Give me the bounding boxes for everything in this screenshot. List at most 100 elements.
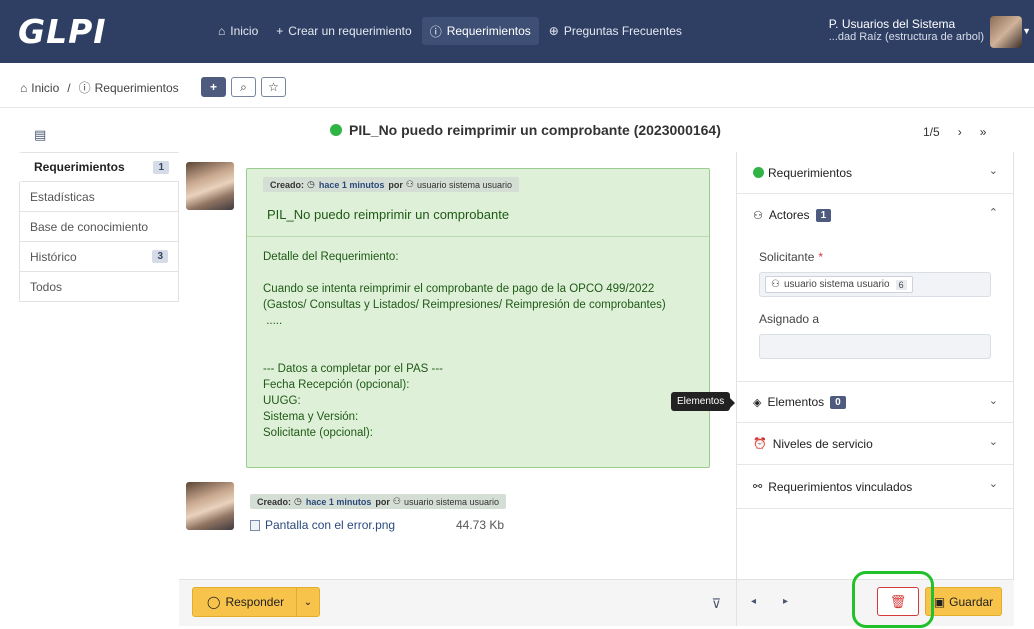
- assigned-label: Asignado a: [759, 312, 820, 326]
- tab-todos[interactable]: Todos: [19, 272, 179, 302]
- description-body: Detalle del Requerimiento: Cuando se int…: [263, 251, 666, 439]
- star-icon: ☆: [268, 80, 279, 94]
- user-icon: ⚇: [771, 279, 780, 290]
- search-button[interactable]: ⌕: [231, 77, 256, 97]
- avatar[interactable]: [990, 16, 1022, 48]
- file-link[interactable]: Pantalla con el error.png: [250, 518, 395, 532]
- save-button[interactable]: ▣ Guardar: [925, 587, 1002, 616]
- tab-base-conocimiento[interactable]: Base de conocimiento: [19, 212, 179, 242]
- ticket-title: PIL_No puedo reimprimir un comprobante (…: [349, 122, 721, 138]
- tab-label: Requerimientos: [34, 160, 125, 174]
- ticket-description: Creado: ◷ hace 1 minutos por ⚇ usuario s…: [246, 168, 710, 468]
- clock-icon: ◷: [307, 179, 315, 189]
- requester-label: Solicitante *: [759, 250, 823, 264]
- home-icon: ⌂: [20, 80, 28, 95]
- by-label: por: [375, 496, 390, 507]
- tab-label: Histórico: [30, 249, 77, 264]
- user-menu[interactable]: P. Usuarios del Sistema ...dad Raíz (est…: [829, 18, 984, 44]
- nav-label: Crear un requerimiento: [288, 24, 412, 38]
- nav-label: Inicio: [230, 24, 259, 38]
- tab-estadisticas[interactable]: Estadísticas: [19, 182, 179, 212]
- accordion-sla[interactable]: ⏰ Niveles de servicio ⌄: [737, 423, 1014, 465]
- nav-item-faq[interactable]: ⊕ Preguntas Frecuentes: [541, 17, 690, 45]
- bookmark-button[interactable]: ☆: [261, 77, 286, 97]
- user-icon: ⚇: [405, 179, 414, 189]
- reply-button[interactable]: ◯ Responder: [193, 588, 297, 616]
- next-icon[interactable]: ▸: [783, 596, 788, 607]
- chevron-down-icon: ⌄: [303, 596, 313, 608]
- tab-label: Estadísticas: [30, 189, 95, 204]
- breadcrumb-current[interactable]: Requerimientos: [95, 81, 179, 95]
- reply-dropdown-toggle[interactable]: ⌄: [297, 597, 319, 608]
- created-user: usuario sistema usuario: [416, 179, 513, 190]
- ticket-header: ▤ PIL_No puedo reimprimir un comprobante…: [0, 118, 1034, 148]
- count-badge: 3: [152, 250, 168, 263]
- count-badge: 0: [830, 395, 846, 409]
- home-icon: ⌂: [218, 24, 226, 38]
- creation-meta: Creado: ◷ hace 1 minutos por ⚇ usuario s…: [250, 494, 507, 509]
- tab-requerimientos[interactable]: Requerimientos 1: [19, 152, 179, 182]
- accordion-actors[interactable]: ⚇ Actores 1 ⌃: [737, 194, 1014, 236]
- created-time: hace 1 minutos: [318, 179, 385, 190]
- avatar: [186, 482, 234, 530]
- accordion-label: Elementos: [767, 395, 825, 409]
- breadcrumb-home[interactable]: Inicio: [31, 81, 59, 95]
- users-icon: ⚇: [753, 209, 763, 222]
- file-name: Pantalla con el error.png: [265, 518, 396, 532]
- file-size: 44.73 Kb: [456, 518, 505, 532]
- accordion-linked[interactable]: ⚯ Requerimientos vinculados ⌄: [737, 465, 1014, 509]
- required-mark: *: [818, 250, 824, 264]
- tooltip: Elementos: [671, 392, 736, 411]
- pager-position: 1/5: [923, 125, 940, 139]
- highlight-ring: [852, 571, 934, 628]
- count-badge: 1: [153, 160, 169, 174]
- assigned-field[interactable]: [759, 334, 991, 359]
- created-user: usuario sistema usuario: [403, 496, 500, 507]
- save-icon: ▣: [933, 594, 946, 609]
- pager: 1/5 › »: [923, 125, 986, 139]
- clock-icon: ◷: [294, 496, 302, 506]
- accordion-items[interactable]: ◈ Elementos 0 ⌄: [737, 381, 1014, 423]
- nav-item-inicio[interactable]: ⌂ Inicio: [210, 17, 266, 45]
- main-nav: ⌂ Inicio + Crear un requerimiento ⓘ Requ…: [210, 17, 692, 45]
- tab-historico[interactable]: Histórico 3: [19, 242, 179, 272]
- chevron-down-icon: ⌄: [988, 436, 998, 448]
- nav-item-requerimientos[interactable]: ⓘ Requerimientos: [421, 17, 539, 45]
- reply-button-group: ◯ Responder ⌄: [192, 587, 320, 617]
- accordion-label: Actores: [768, 208, 810, 222]
- tab-label: Todos: [30, 279, 63, 294]
- requester-chip[interactable]: ⚇ usuario sistema usuario 6: [765, 276, 913, 293]
- lifebuoy-icon: ⊕: [548, 24, 559, 38]
- previous-icon[interactable]: ◂: [751, 596, 756, 607]
- alert-circle-icon: ⓘ: [78, 81, 91, 95]
- accordion-label: Requerimientos: [768, 165, 853, 180]
- created-time: hace 1 minutos: [305, 496, 372, 507]
- glpi-logo[interactable]: GLPI: [18, 12, 107, 51]
- link-icon: ⚯: [753, 481, 763, 493]
- top-navbar: GLPI ⌂ Inicio + Crear un requerimiento ⓘ…: [0, 0, 1034, 63]
- list-icon[interactable]: ▤: [34, 127, 46, 143]
- status-icon: [330, 124, 342, 136]
- alarm-icon: ⏰: [753, 438, 767, 450]
- last-icon[interactable]: »: [980, 125, 987, 139]
- ticket-side-panel: Requerimientos ⌄ ⚇ Actores 1 ⌃ Solicitan…: [736, 152, 1014, 579]
- chevron-up-icon: ⌃: [988, 207, 998, 219]
- nav-label: Requerimientos: [446, 24, 531, 38]
- creation-meta: Creado: ◷ hace 1 minutos por ⚇ usuario s…: [263, 177, 520, 192]
- requester-field[interactable]: ⚇ usuario sistema usuario 6: [759, 272, 991, 297]
- nav-item-crear-requerimiento[interactable]: + Crear un requerimiento: [268, 17, 419, 45]
- count-badge: 1: [815, 208, 832, 222]
- ticket-tabs: Requerimientos 1 Estadísticas Base de co…: [19, 152, 179, 302]
- plus-icon: +: [209, 80, 217, 94]
- next-icon[interactable]: ›: [958, 125, 962, 139]
- filter-icon[interactable]: ⊽: [711, 596, 721, 612]
- chevron-down-icon: ⌄: [988, 478, 998, 490]
- chevron-down-icon: ⌄: [988, 165, 998, 177]
- image-file-icon: [250, 519, 260, 531]
- add-button[interactable]: +: [201, 77, 226, 97]
- comment-icon: ◯: [207, 595, 221, 609]
- status-icon: [753, 167, 764, 178]
- accordion-ticket[interactable]: Requerimientos ⌄: [737, 152, 1014, 194]
- created-label: Creado:: [270, 179, 305, 190]
- reply-label: Responder: [225, 595, 285, 609]
